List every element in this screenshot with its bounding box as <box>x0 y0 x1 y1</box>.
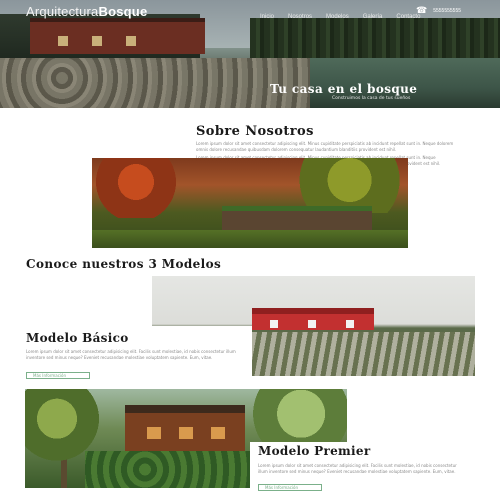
logo-text-light: Arquitectura <box>26 4 99 19</box>
hero-subtitle: Construimos la casa de tus sueños <box>332 96 411 101</box>
model-basico-image <box>152 276 475 376</box>
cabin-window <box>308 320 316 328</box>
cabin-window <box>147 427 161 439</box>
model-basico-info-button[interactable]: Más Información <box>26 372 90 379</box>
models-section-title: Conoce nuestros 3 Modelos <box>26 257 222 271</box>
nav-link-nosotros[interactable]: Nosotros <box>288 14 312 20</box>
about-image <box>92 158 408 248</box>
nav-link-contacto[interactable]: Contacto <box>396 14 420 20</box>
about-paragraph: Lorem ipsum dolor sit amet consectetur a… <box>196 141 454 152</box>
cabin-window <box>211 427 225 439</box>
cabin-window <box>270 320 278 328</box>
site-logo[interactable]: ArquitecturaBosque <box>26 4 147 19</box>
autumn-tree <box>92 158 202 218</box>
cabin-window <box>346 320 354 328</box>
model-basico-title: Modelo Básico <box>26 331 129 345</box>
top-navbar: ArquitecturaBosque ☎ 5555555555 Inicio No… <box>0 0 500 30</box>
nav-link-modelos[interactable]: Modelos <box>326 14 349 20</box>
model-basico-description: Lorem ipsum dolor sit amet consectetur a… <box>26 349 236 360</box>
model-premier-title: Modelo Premier <box>258 444 371 458</box>
red-cabin <box>252 308 374 330</box>
hero-rocks <box>0 58 310 108</box>
phone-number: 5555555555 <box>433 7 462 14</box>
model-premier-info-button[interactable]: Más Información <box>258 484 322 491</box>
hero-banner: ArquitecturaBosque ☎ 5555555555 Inicio No… <box>0 0 500 108</box>
phone-contact[interactable]: ☎ 5555555555 <box>416 5 461 16</box>
about-title: Sobre Nosotros <box>196 124 314 139</box>
cabin-window <box>126 36 136 46</box>
tropical-cabin <box>125 405 245 455</box>
main-menu: Inicio Nosotros Modelos Galería Contacto <box>260 14 420 20</box>
forest-ground <box>92 230 408 248</box>
rocky-field <box>252 332 475 376</box>
hero-title: Tu casa en el bosque <box>270 82 418 96</box>
model-premier-description: Lorem ipsum dolor sit amet consectetur a… <box>258 463 457 474</box>
cabin-window <box>58 36 68 46</box>
nav-link-inicio[interactable]: Inicio <box>260 14 274 20</box>
nav-link-galeria[interactable]: Galería <box>363 14 383 20</box>
cabin-window <box>179 427 193 439</box>
cabin-window <box>92 36 102 46</box>
logo-text-bold: Bosque <box>98 4 148 19</box>
green-tree <box>262 158 408 213</box>
